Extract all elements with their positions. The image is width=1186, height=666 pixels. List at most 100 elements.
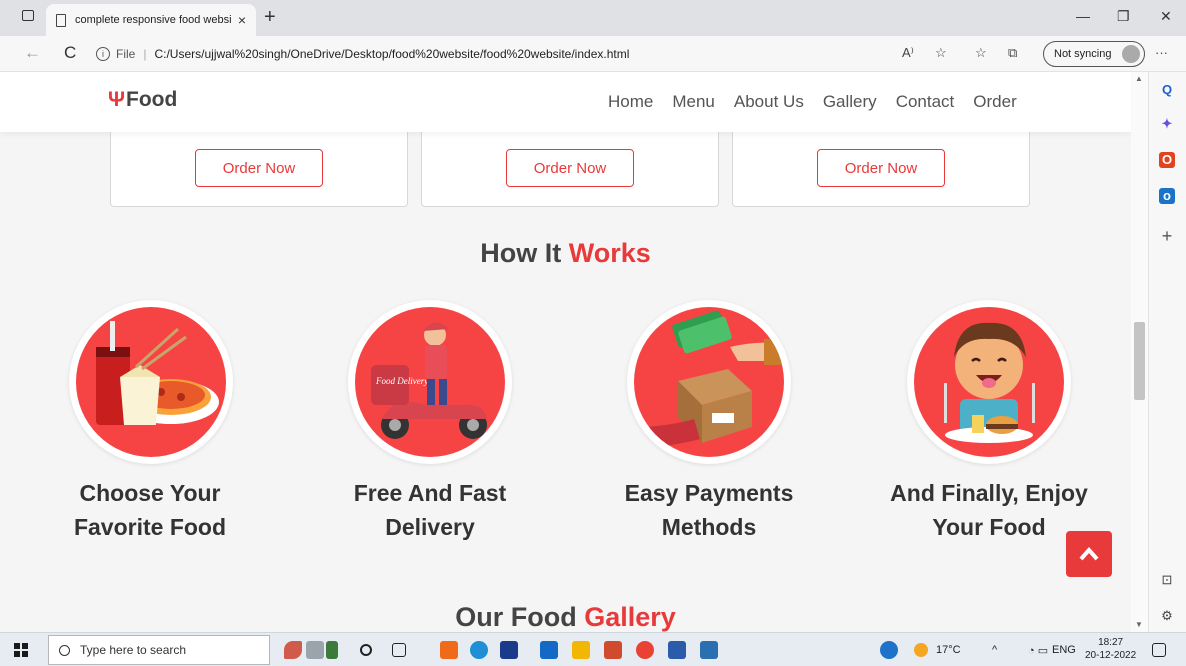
more-menu-icon[interactable]: ··· [1155, 45, 1168, 60]
add-icon[interactable]: + [1159, 227, 1175, 245]
sublime-icon[interactable] [440, 641, 458, 659]
gallery-heading: Our Food Gallery [0, 602, 1131, 632]
tray-icons[interactable]: ◔ ▭ [1028, 644, 1048, 657]
windows-taskbar: Type here to search 17°C ^ ◔ ▭ ENG 18:27… [0, 632, 1186, 666]
start-button[interactable] [14, 643, 28, 657]
url-separator: | [143, 47, 147, 61]
help-icon[interactable] [880, 641, 898, 659]
nav-gallery[interactable]: Gallery [823, 92, 877, 112]
step-label-line: Methods [661, 514, 757, 540]
scroll-to-top-button[interactable] [1066, 531, 1112, 577]
hide-sidebar-icon[interactable]: ⊡ [1159, 572, 1175, 588]
step-label-line: Easy Payments [624, 480, 794, 506]
payment-handover-icon [644, 310, 784, 447]
minimize-button[interactable]: — [1076, 8, 1090, 24]
site-header: Ψ Food Home Menu About Us Gallery Contac… [0, 72, 1131, 132]
site-logo[interactable]: Ψ Food [108, 88, 177, 112]
new-tab-button[interactable]: + [264, 6, 276, 29]
task-view-icon[interactable] [392, 643, 406, 657]
reload-button[interactable]: C [64, 43, 76, 63]
scroll-up-arrow[interactable]: ▲ [1135, 74, 1143, 83]
weather-icon[interactable] [914, 643, 928, 657]
sync-button[interactable]: Not syncing [1043, 41, 1145, 67]
chevron-up-icon [1079, 547, 1099, 561]
widget-icon[interactable] [326, 641, 338, 659]
step-image-frame: Food Delivery [348, 300, 512, 464]
collections-icon[interactable]: ⧉ [1008, 45, 1017, 61]
step-label: Free And Fast Delivery [300, 476, 560, 544]
tray-chevron-icon[interactable]: ^ [992, 644, 997, 656]
order-now-button[interactable]: Order Now [817, 149, 945, 187]
copilot-icon[interactable]: ✦ [1159, 116, 1175, 132]
word-icon[interactable] [668, 641, 686, 659]
order-now-button[interactable]: Order Now [506, 149, 634, 187]
nav-about[interactable]: About Us [734, 92, 804, 112]
nav-menu[interactable]: Menu [672, 92, 715, 112]
browser-tab-bar: complete responsive food websi × + — ❐ ✕ [0, 0, 1186, 36]
dropbox-icon[interactable] [500, 641, 518, 659]
mail-icon[interactable] [540, 641, 558, 659]
heading-accent: Works [568, 238, 651, 268]
step-card [907, 300, 1071, 464]
clock-date: 20-12-2022 [1085, 650, 1137, 661]
taskbar-clock[interactable]: 18:27 20-12-2022 [1085, 636, 1136, 662]
browser-tab[interactable]: complete responsive food websi × [46, 4, 256, 36]
weather-temp[interactable]: 17°C [936, 644, 961, 656]
tab-close-icon[interactable]: × [238, 12, 246, 28]
language-indicator[interactable]: ENG [1052, 644, 1076, 656]
order-now-button[interactable]: Order Now [195, 149, 323, 187]
delivery-box-text: Food Delivery [375, 376, 428, 386]
add-favorite-icon[interactable]: ☆ [935, 45, 947, 61]
favorites-icon[interactable]: ☆ [975, 45, 987, 61]
step-card [627, 300, 791, 464]
step-image-frame [69, 300, 233, 464]
page-viewport: Ψ Food Home Menu About Us Gallery Contac… [0, 72, 1131, 632]
address-bar-row: ← C i File | C:/Users/ujjwal%20singh/One… [0, 36, 1186, 72]
close-window-button[interactable]: ✕ [1160, 8, 1172, 25]
tab-actions-icon[interactable] [22, 10, 34, 21]
chrome-icon[interactable] [636, 641, 654, 659]
clock-time: 18:27 [1098, 637, 1124, 648]
page-scrollbar[interactable]: ▲ ▼ [1131, 72, 1148, 632]
photos-icon[interactable] [700, 641, 718, 659]
step-card: Food Delivery [348, 300, 512, 464]
widget-icon[interactable] [306, 641, 324, 659]
heading-accent: Gallery [584, 602, 676, 632]
step-image-frame [907, 300, 1071, 464]
powerpoint-icon[interactable] [604, 641, 622, 659]
widget-icon[interactable] [284, 641, 302, 659]
step-label-line: Delivery [385, 514, 475, 540]
back-button[interactable]: ← [24, 43, 41, 63]
outlook-icon[interactable]: o [1159, 188, 1175, 204]
document-icon [56, 13, 66, 27]
tab-title: complete responsive food websi [75, 14, 232, 26]
scroll-down-arrow[interactable]: ▼ [1135, 620, 1143, 629]
notifications-icon[interactable] [1152, 643, 1166, 657]
office-icon[interactable]: O [1159, 152, 1175, 168]
step-label-line: Favorite Food [73, 514, 227, 540]
settings-icon[interactable]: ⚙ [1159, 608, 1175, 624]
nav-home[interactable]: Home [608, 92, 653, 112]
nav-order[interactable]: Order [973, 92, 1016, 112]
file-explorer-icon[interactable] [572, 641, 590, 659]
scrollbar-thumb[interactable] [1134, 322, 1145, 400]
step-label: Easy Payments Methods [579, 476, 839, 544]
step-label: Choose Your Favorite Food [20, 476, 280, 544]
logo-text: Food [126, 88, 178, 111]
profile-avatar [1122, 45, 1140, 63]
edge-icon[interactable] [470, 641, 488, 659]
enjoy-food-icon [944, 322, 1035, 443]
url-bar[interactable]: i File | C:/Users/ujjwal%20singh/OneDriv… [96, 42, 932, 66]
read-aloud-icon[interactable]: A⁾ [902, 45, 914, 61]
step-label-line: And Finally, Enjoy [890, 480, 1088, 506]
file-label: File [116, 47, 136, 61]
info-icon[interactable]: i [96, 47, 110, 61]
taskbar-search[interactable]: Type here to search [48, 635, 270, 665]
cortana-icon[interactable] [360, 644, 372, 656]
search-icon[interactable]: Q [1159, 82, 1175, 98]
restore-button[interactable]: ❐ [1117, 8, 1130, 25]
nav-contact[interactable]: Contact [896, 92, 955, 112]
step-label-line: Free And Fast [353, 480, 507, 506]
url-text[interactable]: C:/Users/ujjwal%20singh/OneDrive/Desktop… [154, 47, 629, 61]
search-icon [59, 644, 70, 656]
